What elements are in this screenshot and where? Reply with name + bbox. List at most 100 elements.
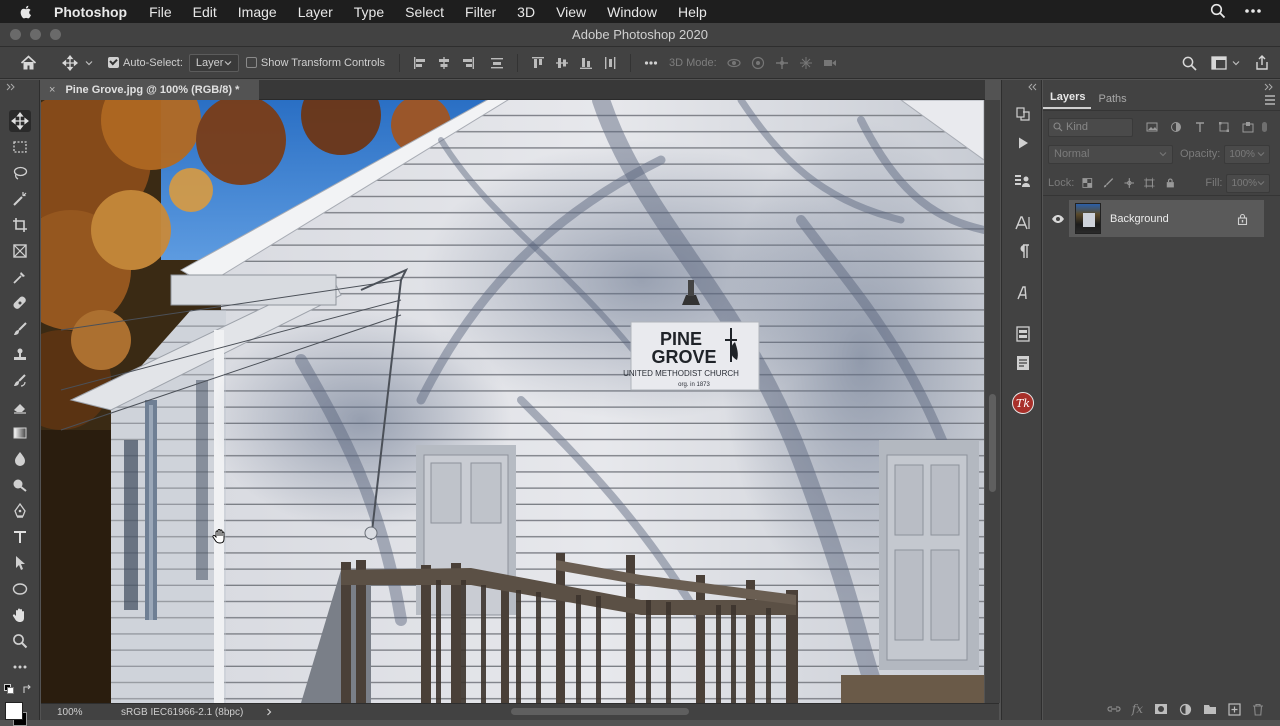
auto-select-target-dropdown[interactable]: Layer — [188, 53, 239, 72]
share-icon[interactable] — [1254, 55, 1270, 71]
filter-adjustment-icon[interactable] — [1170, 121, 1182, 133]
swap-colors-icon[interactable] — [22, 684, 33, 695]
zoom-tool[interactable] — [9, 630, 31, 652]
new-layer-icon[interactable] — [1228, 702, 1241, 716]
eyedropper-tool[interactable] — [9, 266, 31, 288]
add-mask-icon[interactable] — [1154, 703, 1168, 715]
show-transform-controls-checkbox[interactable]: Show Transform Controls — [245, 51, 385, 75]
history-brush-tool[interactable] — [9, 370, 31, 392]
fill-input[interactable]: 100% — [1226, 173, 1271, 193]
type-tool[interactable] — [9, 526, 31, 548]
delete-layer-icon[interactable] — [1252, 703, 1264, 716]
filter-type-dropdown[interactable]: Kind — [1048, 117, 1133, 137]
hand-tool[interactable] — [9, 604, 31, 626]
close-window-button[interactable] — [10, 29, 21, 40]
panel-options-menu-icon[interactable] — [1264, 95, 1276, 105]
tab-layers[interactable]: Layers — [1043, 91, 1092, 109]
document-canvas[interactable]: PINE GROVE UNITED METHODIST CHURCH org. … — [41, 100, 984, 703]
clone-stamp-tool[interactable] — [9, 344, 31, 366]
search-icon[interactable] — [1182, 56, 1197, 71]
properties-panel-button[interactable] — [1012, 323, 1034, 345]
workspace-switcher[interactable] — [1211, 56, 1240, 70]
spotlight-search-icon[interactable] — [1210, 3, 1226, 19]
pen-tool[interactable] — [9, 500, 31, 522]
opacity-input[interactable]: 100% — [1224, 144, 1270, 164]
history-panel-button[interactable] — [1012, 103, 1034, 125]
blur-tool[interactable] — [9, 448, 31, 470]
filter-smart-object-icon[interactable] — [1242, 121, 1254, 133]
filter-type-icon[interactable] — [1194, 121, 1206, 133]
character-panel-button[interactable] — [1012, 212, 1034, 234]
align-bottom-edges-icon[interactable] — [579, 56, 593, 70]
libraries-panel-button[interactable] — [1012, 170, 1034, 192]
crop-tool[interactable] — [9, 214, 31, 236]
menu-3d[interactable]: 3D — [517, 4, 535, 20]
align-left-edges-icon[interactable] — [413, 56, 427, 70]
notes-panel-button[interactable] — [1012, 352, 1034, 374]
brush-tool[interactable] — [9, 318, 31, 340]
zoom-window-button[interactable] — [50, 29, 61, 40]
menu-edit[interactable]: Edit — [193, 4, 217, 20]
default-colors-icon[interactable] — [4, 684, 14, 694]
menu-file[interactable]: File — [149, 4, 172, 20]
align-right-edges-icon[interactable] — [461, 56, 475, 70]
marquee-tool[interactable] — [9, 136, 31, 158]
paragraph-panel-button[interactable] — [1012, 240, 1034, 262]
foreground-color-swatch[interactable] — [5, 702, 23, 720]
lock-image-pixels-icon[interactable] — [1103, 177, 1114, 189]
menu-view[interactable]: View — [556, 4, 586, 20]
more-menu-icon[interactable] — [1244, 3, 1262, 19]
pan-3d-icon[interactable] — [775, 56, 789, 70]
move-tool[interactable] — [9, 110, 31, 132]
new-group-icon[interactable] — [1203, 703, 1217, 715]
menu-image[interactable]: Image — [238, 4, 277, 20]
auto-select-checkbox[interactable]: Auto-Select: — [108, 51, 183, 75]
filter-pixel-icon[interactable] — [1146, 121, 1158, 133]
orbit-3d-icon[interactable] — [727, 56, 741, 70]
lock-all-icon[interactable] — [1165, 177, 1176, 189]
add-layer-style-icon[interactable]: fx — [1132, 702, 1143, 716]
tab-paths[interactable]: Paths — [1091, 93, 1132, 109]
dodge-tool[interactable] — [9, 474, 31, 496]
close-tab-icon[interactable]: × — [49, 84, 55, 96]
menu-help[interactable]: Help — [678, 4, 707, 20]
slide-3d-icon[interactable] — [799, 56, 813, 70]
align-top-edges-icon[interactable] — [531, 56, 545, 70]
healing-brush-tool[interactable] — [9, 292, 31, 314]
actions-panel-button[interactable] — [1012, 132, 1034, 154]
home-button[interactable] — [0, 51, 56, 75]
frame-tool[interactable] — [9, 240, 31, 262]
ellipse-tool[interactable] — [9, 578, 31, 600]
path-selection-tool[interactable] — [9, 552, 31, 574]
layer-row-background[interactable]: Background — [1069, 200, 1264, 237]
filter-toggle-switch[interactable] — [1262, 122, 1267, 132]
menu-window[interactable]: Window — [607, 4, 657, 20]
gradient-tool[interactable] — [9, 422, 31, 444]
menu-filter[interactable]: Filter — [465, 4, 496, 20]
apple-icon[interactable] — [18, 4, 34, 20]
distribute-vertical-icon[interactable] — [490, 56, 504, 70]
move-tool-preset-picker[interactable] — [56, 51, 100, 75]
vertical-scrollbar[interactable] — [985, 100, 1000, 703]
extension-badge-button[interactable]: Tk — [1012, 392, 1034, 414]
lock-artboard-icon[interactable] — [1144, 177, 1155, 189]
edit-toolbar-button[interactable] — [9, 656, 31, 678]
horizontal-scrollbar[interactable] — [41, 704, 999, 721]
more-options-icon[interactable] — [644, 56, 658, 70]
glyphs-panel-button[interactable] — [1012, 282, 1034, 304]
panel-collapse-icon[interactable] — [6, 83, 16, 91]
menu-layer[interactable]: Layer — [298, 4, 333, 20]
dock-collapse-icon[interactable] — [1027, 83, 1037, 91]
menu-app-name[interactable]: Photoshop — [54, 4, 127, 20]
menu-select[interactable]: Select — [405, 4, 444, 20]
filter-shape-icon[interactable] — [1218, 121, 1230, 133]
lasso-tool[interactable] — [9, 162, 31, 184]
lock-transparent-pixels-icon[interactable] — [1082, 177, 1093, 189]
magic-wand-tool[interactable] — [9, 188, 31, 210]
layer-visibility-eye-icon[interactable] — [1051, 214, 1065, 224]
menu-type[interactable]: Type — [354, 4, 384, 20]
align-horizontal-centers-icon[interactable] — [437, 56, 451, 70]
roll-3d-icon[interactable] — [751, 56, 765, 70]
vertical-scroll-thumb[interactable] — [989, 394, 996, 492]
blend-mode-dropdown[interactable]: Normal — [1048, 144, 1173, 164]
